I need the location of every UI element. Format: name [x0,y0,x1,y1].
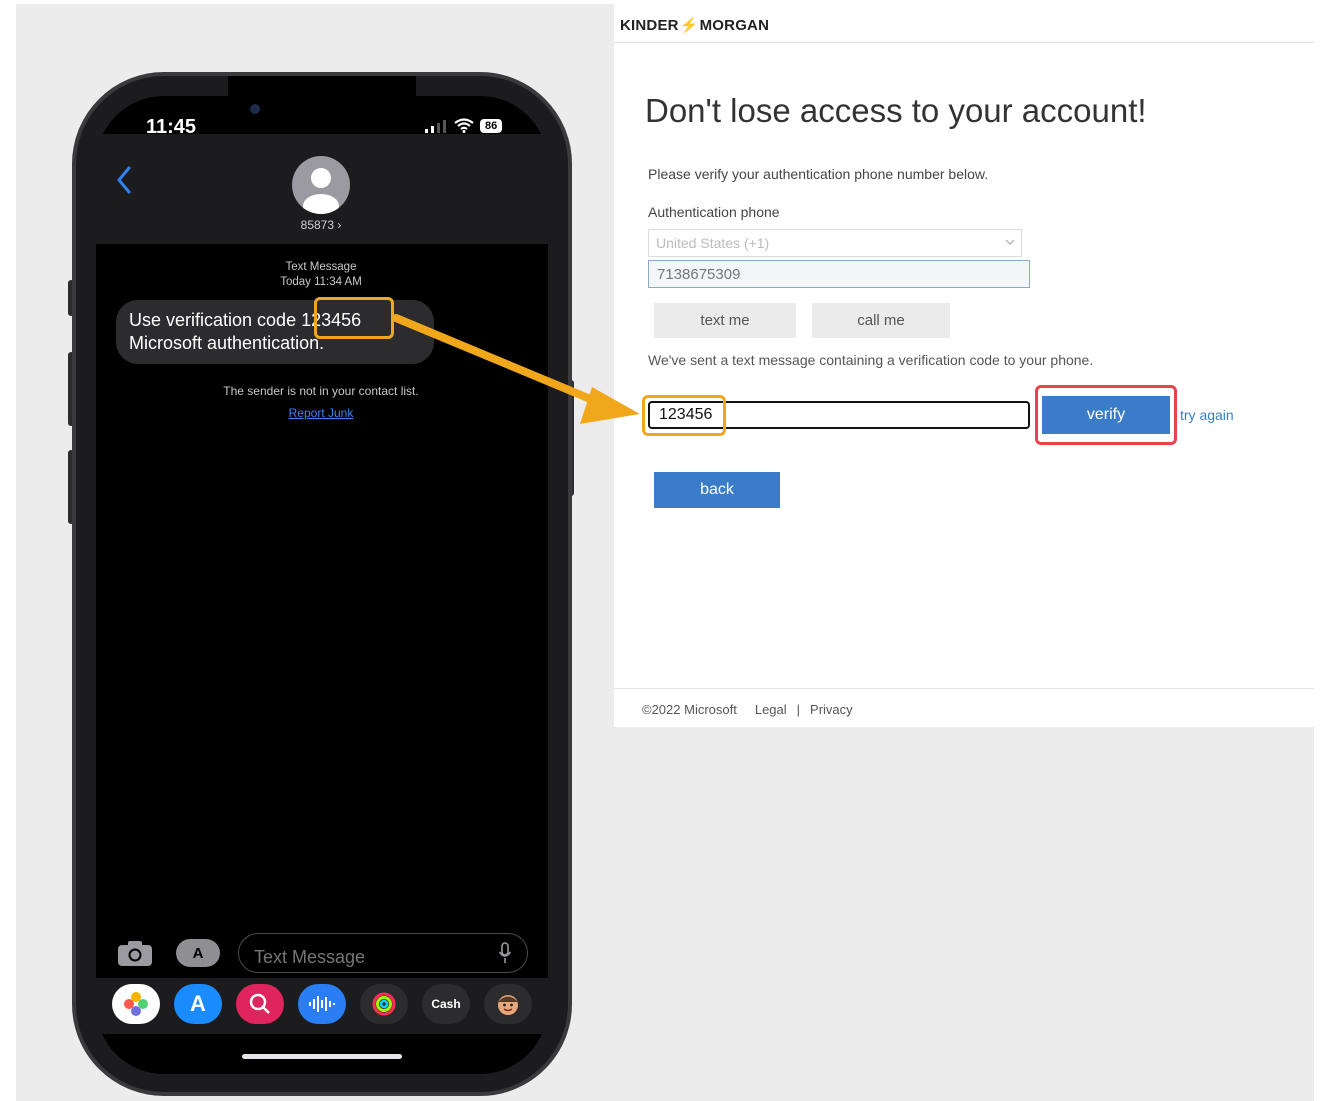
message-time: Today 11:34 AM [280,276,362,288]
contact-number[interactable]: 85873 › [270,218,372,232]
right-bottom-background [614,727,1314,1101]
cash-label: Cash [431,997,461,1011]
signal-icon [425,119,446,133]
status-time: 11:45 [146,116,197,138]
footer-separator: | [796,702,801,717]
imessage-text-input[interactable] [238,933,528,973]
canvas: 11:45 86 85873 › Text Message Today 11:3… [0,0,1324,1101]
try-again-link[interactable]: try again [1180,407,1234,423]
auth-phone-label: Authentication phone [648,204,780,220]
kinder-morgan-logo: KINDER ⚡ MORGAN [620,8,769,42]
footer: ©2022 Microsoft Legal | Privacy [642,702,853,717]
search-images-icon[interactable] [236,984,284,1024]
microphone-icon[interactable] [498,942,512,964]
message-meta: Text Message Today 11:34 AM [221,260,421,290]
page-title: Don't lose access to your account! [645,92,1147,129]
home-indicator [242,1054,402,1059]
back-button[interactable]: back [654,472,780,508]
sent-message-text: We've sent a text message containing a v… [648,352,1094,368]
instruction-text: Please verify your authentication phone … [648,166,989,182]
text-me-button[interactable]: text me [654,303,796,338]
audio-message-icon[interactable] [298,984,346,1024]
front-camera [250,104,260,114]
message-line2: Microsoft authentication. [129,333,325,353]
logo-left: KINDER [620,16,679,34]
chevron-down-icon [1005,239,1015,246]
status-icons: 86 [424,118,503,133]
header-divider [614,42,1314,43]
battery-indicator: 86 [480,118,503,133]
contact-avatar[interactable] [292,156,350,214]
message-prefix: Use verification code [129,310,297,330]
code-highlight-phone [314,297,394,339]
report-junk-link[interactable]: Report Junk [266,406,376,420]
country-select[interactable]: United States (+1) [648,229,1022,257]
wifi-icon [454,118,474,133]
message-type: Text Message [285,261,357,273]
logo-right: MORGAN [699,16,770,34]
photos-icon[interactable] [112,984,160,1024]
bolt-icon: ⚡ [679,17,699,34]
back-chevron-icon[interactable] [116,166,132,194]
sender-note: The sender is not in your contact list. [223,384,419,398]
app-store-icon[interactable]: A [174,984,222,1024]
footer-privacy-link[interactable]: Privacy [810,702,853,717]
fitness-icon[interactable] [360,984,408,1024]
camera-icon[interactable] [116,938,154,968]
footer-legal-link[interactable]: Legal [755,702,787,717]
call-me-button[interactable]: call me [812,303,950,338]
cash-app[interactable]: Cash [422,984,470,1024]
code-highlight-form [642,395,726,436]
phone-number-input[interactable] [648,260,1030,288]
verify-highlight [1035,385,1177,445]
person-icon [303,168,339,214]
memoji-icon[interactable] [484,984,532,1024]
footer-copyright: ©2022 Microsoft [642,702,737,717]
app-drawer-icon[interactable]: A [176,939,220,967]
footer-divider [614,688,1314,689]
